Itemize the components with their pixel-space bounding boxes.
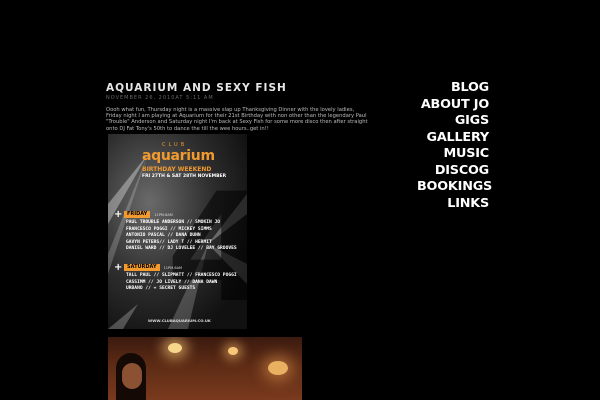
flyer-friday-header: + FRIDAY 11PM-6AM [114,209,173,220]
nav-discog[interactable]: DISCOG [417,163,489,180]
chandelier-light [268,361,288,375]
flyer-friday-time: 11PM-6AM [154,212,173,217]
nav-music[interactable]: MUSIC [417,146,490,163]
chandelier-light [228,347,238,355]
lineup-line: DANIEL WARD // DJ LOVELEE // BAY GROOVES [126,246,237,252]
flyer-dates: FRI 27TH & SAT 28TH NOVEMBER [142,174,227,179]
nav-gallery[interactable]: GALLERY [417,130,490,147]
flyer-event-title: BIRTHDAY WEEKEND [142,166,212,173]
lineup-line: TALL PAUL // SLIPMATT // FRANCESCO POGGI [126,273,237,278]
nav-blog[interactable]: BLOG [417,80,489,97]
flyer-saturday-header: + SATURDAY 11PM-6AM [114,262,182,273]
post-date: NOVEMBER 26, 2010AT 5:11 AM [106,95,214,101]
main-navigation: BLOG ABOUT JO GIGS GALLERY MUSIC DISCOG … [417,80,492,213]
nav-about-jo[interactable]: ABOUT JO [417,97,489,114]
lineup-line: ANTONIO PASCAL // DANA DUNN [126,233,201,239]
flyer-saturday-time: 11PM-6AM [163,265,183,270]
person-face [122,363,142,389]
party-photo-image[interactable] [108,337,302,400]
nav-gigs[interactable]: GIGS [417,113,489,130]
post-body: Oooh what fun, Thursday night is a massi… [106,107,368,132]
flyer-friday-label: FRIDAY [124,211,151,218]
flyer-url: WWW.CLUBAQUARIUM.CO.UK [148,318,211,323]
aquarium-flyer-image[interactable]: 4 CLUB aquarium BIRTHDAY WEEKEND FRI 27T… [108,134,247,329]
post-title[interactable]: AQUARIUM AND SEXY FISH [106,82,368,94]
blog-post: AQUARIUM AND SEXY FISH NOVEMBER 26, 2010… [106,82,368,137]
nav-bookings[interactable]: BOOKINGS [417,179,492,196]
flyer-saturday-label: SATURDAY [124,264,160,271]
plus-icon: + [114,209,123,220]
nav-links[interactable]: LINKS [417,196,489,213]
flyer-saturday-lineup: TALL PAUL // SLIPMATT // FRANCESCO POGGI… [126,273,237,293]
plus-icon: + [114,262,123,273]
flyer-club-name: aquarium [142,148,215,164]
lineup-line: PAUL TROUBLE ANDERSON // SMOKIN JO [126,220,221,225]
flyer-friday-lineup: PAUL TROUBLE ANDERSON // SMOKIN JO FRANC… [126,220,237,253]
lineup-line: URBANO // + SECRET GUESTS [126,286,196,292]
chandelier-light [168,343,182,353]
